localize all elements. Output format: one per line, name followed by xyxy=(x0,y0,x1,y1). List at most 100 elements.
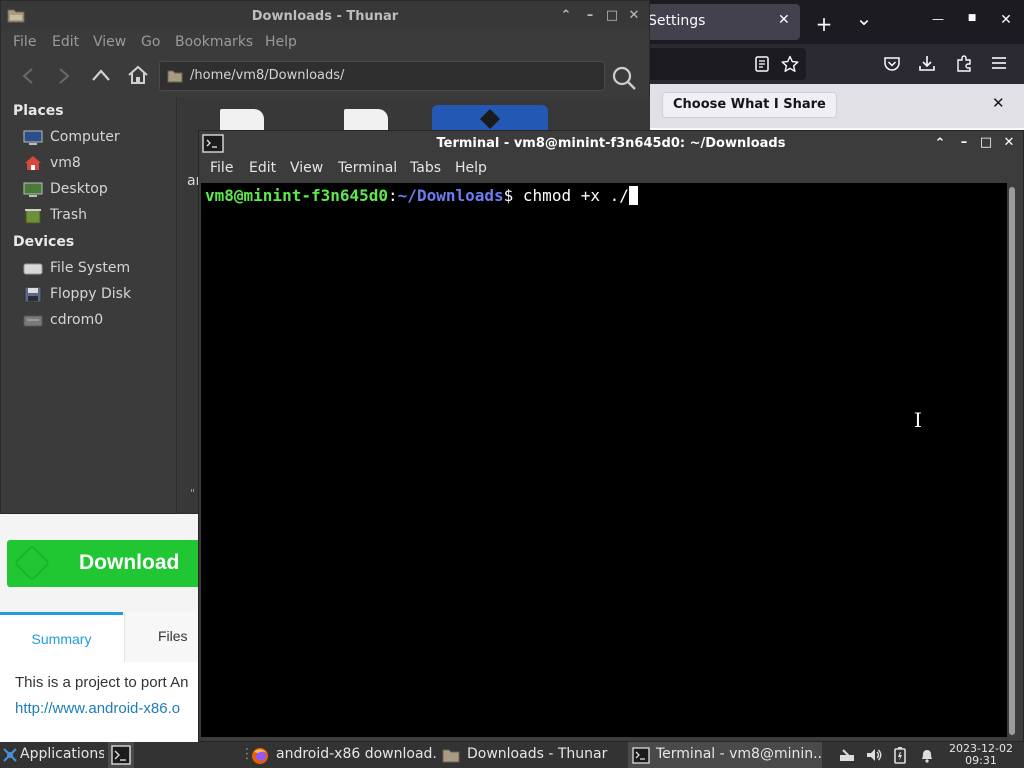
terminal-menu-file[interactable]: File xyxy=(210,160,233,176)
tab-settings[interactable]: Settings ✕ xyxy=(648,4,800,40)
thunar-menu-bar: File Edit View Go Bookmarks Help xyxy=(1,31,649,55)
tab-summary[interactable]: Summary xyxy=(0,612,123,662)
thunar-menu-view[interactable]: View xyxy=(93,34,126,50)
project-link[interactable]: http://www.android-x86.o xyxy=(15,700,180,717)
thunar-title-bar[interactable]: Downloads - Thunar ⌃ – □ ✕ xyxy=(1,1,649,31)
firefox-maximize-button[interactable]: ■ xyxy=(962,13,982,23)
notification-close-icon[interactable]: ✕ xyxy=(992,94,1005,112)
computer-icon xyxy=(23,130,43,145)
terminal-window: Terminal - vm8@minint-f3n645d0: ~/Downlo… xyxy=(198,130,1024,742)
terminal-output[interactable]: vm8@minint-f3n645d0:~/Downloads$ chmod +… xyxy=(201,183,1007,737)
up-arrow-icon[interactable] xyxy=(91,67,111,83)
task-label: android-x86 download... xyxy=(276,746,438,762)
bookmark-star-icon[interactable] xyxy=(781,55,799,73)
home-folder-icon xyxy=(25,156,41,170)
terminal-close-button[interactable]: ✕ xyxy=(1000,135,1018,150)
optical-drive-icon xyxy=(23,315,43,327)
terminal-title: Terminal - vm8@minint-f3n645d0: ~/Downlo… xyxy=(436,136,786,151)
firefox-icon xyxy=(252,748,268,764)
command-input[interactable]: chmod +x ./ xyxy=(513,186,629,205)
thunar-close-button[interactable]: ✕ xyxy=(625,8,643,23)
floppy-icon xyxy=(24,286,42,303)
battery-icon[interactable] xyxy=(893,746,907,764)
thunar-shade-button[interactable]: ⌃ xyxy=(557,8,575,23)
prompt-symbol: $ xyxy=(503,186,514,205)
prompt-path: ~/Downloads xyxy=(397,186,504,205)
terminal-menu-view[interactable]: View xyxy=(290,160,323,176)
thunar-menu-go[interactable]: Go xyxy=(141,34,160,50)
clock[interactable]: 2023-12-02 09:31 xyxy=(944,742,1018,767)
pane-resize-handle[interactable]: " xyxy=(190,487,195,500)
terminal-minimize-button[interactable]: – xyxy=(955,135,973,150)
thunar-minimize-button[interactable]: – xyxy=(581,8,599,23)
harddisk-icon xyxy=(23,263,43,275)
tab-files[interactable]: Files xyxy=(124,612,198,662)
thunar-sidebar: Places Computer vm8 Desktop Trash Device… xyxy=(1,97,177,513)
thunar-menu-bookmarks[interactable]: Bookmarks xyxy=(175,34,253,50)
tab-close-icon[interactable]: ✕ xyxy=(778,12,790,28)
download-button-label: Download xyxy=(79,551,180,574)
applications-menu-button[interactable]: Applications xyxy=(0,742,104,768)
task-terminal[interactable]: Terminal - vm8@minin... xyxy=(628,742,822,768)
terminal-scrollbar[interactable] xyxy=(1009,187,1015,735)
terminal-shade-button[interactable]: ⌃ xyxy=(931,136,949,151)
pocket-icon[interactable] xyxy=(883,55,901,73)
list-tabs-button[interactable]: ⌄ xyxy=(854,6,874,30)
notification-bell-icon[interactable] xyxy=(919,747,935,763)
prompt-separator: : xyxy=(388,186,398,205)
downloads-icon[interactable] xyxy=(918,54,936,72)
terminal-menu-bar: File Edit View Terminal Tabs Help xyxy=(199,157,1023,182)
mouse-ibeam-cursor: I xyxy=(914,408,922,432)
location-path: /home/vm8/Downloads/ xyxy=(190,68,345,83)
terminal-icon xyxy=(111,745,131,765)
trash-icon xyxy=(25,209,41,224)
firefox-close-button[interactable]: ✕ xyxy=(996,12,1016,28)
volume-icon[interactable] xyxy=(865,747,883,763)
text-cursor xyxy=(628,186,638,205)
launcher-terminal-button[interactable] xyxy=(108,742,134,768)
back-arrow-icon[interactable] xyxy=(21,67,35,85)
forward-arrow-icon[interactable] xyxy=(57,67,71,85)
terminal-command-line: vm8@minint-f3n645d0:~/Downloads$ chmod +… xyxy=(205,186,638,205)
file-icon xyxy=(480,109,500,129)
location-folder-icon xyxy=(167,70,183,83)
task-thunar[interactable]: Downloads - Thunar xyxy=(438,742,628,768)
places-header: Places xyxy=(13,103,64,119)
extensions-icon[interactable] xyxy=(955,54,973,72)
terminal-menu-edit[interactable]: Edit xyxy=(249,160,276,176)
thunar-menu-help[interactable]: Help xyxy=(265,34,297,50)
folder-icon xyxy=(442,749,460,763)
app-menu-icon[interactable] xyxy=(991,56,1007,70)
task-label: Terminal - vm8@minin... xyxy=(656,746,822,762)
project-description: This is a project to port An xyxy=(15,674,189,691)
home-icon[interactable] xyxy=(127,65,149,85)
clock-time: 09:31 xyxy=(965,754,997,767)
terminal-menu-terminal[interactable]: Terminal xyxy=(338,160,397,176)
thunar-title: Downloads - Thunar xyxy=(251,9,399,24)
terminal-title-bar[interactable]: Terminal - vm8@minint-f3n645d0: ~/Downlo… xyxy=(199,131,1023,157)
sidebar-item-label: vm8 xyxy=(50,155,81,171)
reader-view-icon[interactable] xyxy=(754,56,770,72)
network-icon[interactable] xyxy=(838,747,856,763)
terminal-menu-tabs[interactable]: Tabs xyxy=(410,160,441,176)
download-button[interactable]: Download xyxy=(7,540,198,587)
desktop-icon xyxy=(23,182,43,197)
search-icon[interactable] xyxy=(611,65,637,91)
thunar-menu-edit[interactable]: Edit xyxy=(52,34,79,50)
firefox-minimize-button[interactable]: — xyxy=(928,12,948,26)
taskbar: Applications ⋮ android-x86 download... D… xyxy=(0,742,1024,768)
applications-label: Applications xyxy=(20,746,104,762)
choose-what-i-share-button[interactable]: Choose What I Share xyxy=(662,92,837,118)
sidebar-item-label: Trash xyxy=(50,207,87,223)
terminal-icon xyxy=(632,747,650,764)
terminal-menu-help[interactable]: Help xyxy=(455,160,487,176)
terminal-maximize-button[interactable]: □ xyxy=(977,135,995,150)
task-firefox[interactable]: android-x86 download... xyxy=(248,742,438,768)
new-tab-button[interactable]: + xyxy=(814,12,834,36)
thunar-maximize-button[interactable]: □ xyxy=(603,8,621,23)
selected-file-highlight[interactable] xyxy=(432,105,548,131)
location-bar[interactable]: /home/vm8/Downloads/ xyxy=(159,61,605,91)
sidebar-item-label: File System xyxy=(50,260,131,276)
tab-settings-label: Settings xyxy=(648,13,706,29)
thunar-menu-file[interactable]: File xyxy=(13,34,36,50)
